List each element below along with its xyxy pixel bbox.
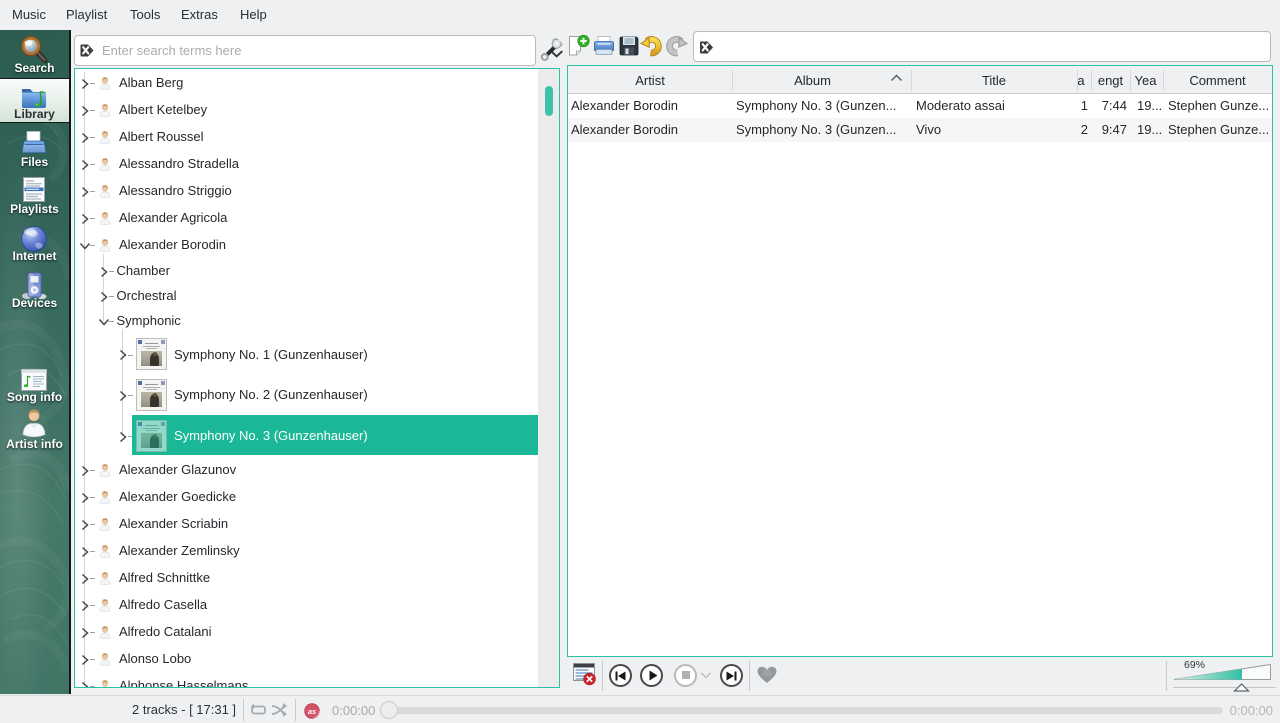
svg-text:as: as: [308, 706, 316, 715]
